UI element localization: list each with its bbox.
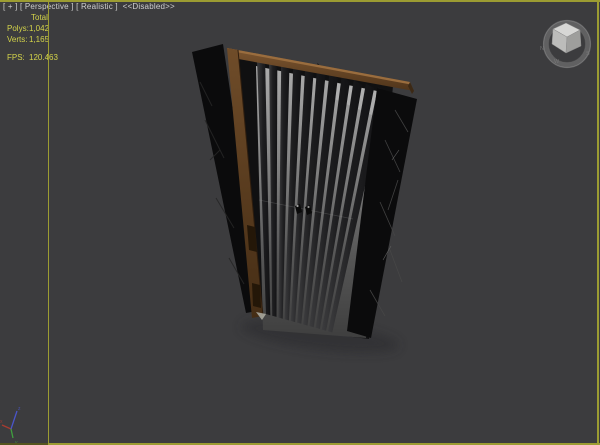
viewcube[interactable]: N W S — [540, 19, 592, 69]
compass-s-label[interactable]: S — [586, 51, 590, 57]
world-axis-gizmo: x y z — [0, 406, 21, 445]
viewport-border-right — [597, 0, 599, 445]
stats-total-header: Total — [31, 13, 48, 22]
stats-verts-value: 1,165 — [29, 35, 50, 44]
viewport[interactable]: N W S x y z [ + ] [ Perspective ] [ Real… — [0, 0, 600, 445]
compass-n-label[interactable]: N — [540, 46, 544, 52]
axis-z-label: z — [18, 406, 21, 412]
stats-fps-label: FPS: — [7, 53, 25, 62]
stats-polys-value: 1,042 — [29, 24, 50, 33]
viewport-border-top — [0, 0, 600, 2]
stats-polys-label: Polys: — [7, 24, 29, 33]
viewport-canvas[interactable]: N W S x y z — [0, 0, 600, 445]
stats-fps-value: 120.463 — [29, 53, 58, 62]
compass-w-label[interactable]: W — [554, 59, 560, 65]
door-model[interactable] — [192, 44, 417, 339]
statistics-overlay: Total Polys: 1,042 Verts: 1,165 FPS: 120… — [0, 0, 58, 62]
viewport-label[interactable]: [ + ] [ Perspective ] [ Realistic ] <<Di… — [3, 2, 175, 11]
stats-verts-label: Verts: — [7, 35, 28, 44]
axis-x-label: x — [0, 419, 3, 425]
viewport-divider — [48, 0, 49, 445]
